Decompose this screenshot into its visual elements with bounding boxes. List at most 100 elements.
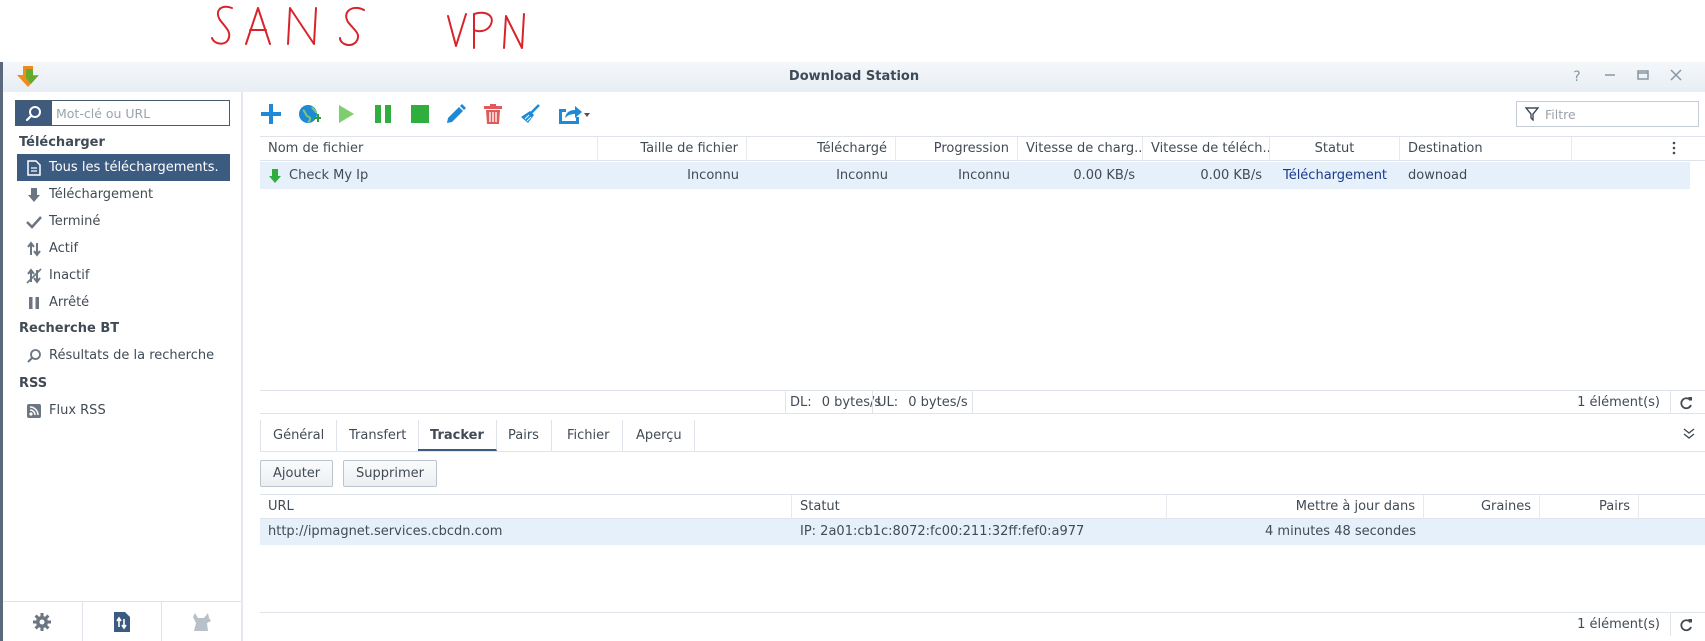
transfer-button[interactable] [83,602,163,641]
tab-apercu[interactable]: Aperçu [624,420,695,451]
collapse-panel-button[interactable] [1683,428,1697,442]
sidebar-item-active[interactable]: Actif [17,235,230,262]
tab-transfert[interactable]: Transfert [337,420,420,451]
tab-pairs[interactable]: Pairs [496,420,552,451]
search-button[interactable] [16,101,52,125]
column-update-in[interactable]: Mettre à jour dans [1167,495,1424,519]
sidebar-item-inactive[interactable]: Inactif [17,262,230,289]
filter-icon [1525,107,1539,121]
tracker-status-bar: 1 élément(s) [260,612,1705,636]
keyword-url-input[interactable] [56,104,226,122]
handwritten-annotation [0,0,1705,62]
search-icon [25,106,41,122]
sidebar-item-label: Actif [49,241,79,256]
column-filename[interactable]: Nom de fichier [260,137,598,161]
ul-value: 0 bytes/s [908,395,968,410]
keyword-search-box [15,100,230,126]
share-icon [559,106,590,124]
sidebar-item-label: Inactif [49,268,90,283]
section-telecharger: Télécharger [19,135,105,150]
sidebar-item-label: Arrêté [49,295,90,310]
arrow-down-icon [25,187,43,203]
window-title: Download Station [788,69,920,84]
ul-label: UL: [877,395,899,410]
emule-button[interactable] [162,602,241,641]
tracker-peers [1540,519,1639,545]
delete-button[interactable] [479,101,507,127]
column-destination[interactable]: Destination [1400,137,1572,161]
add-tracker-button[interactable]: Ajouter [260,460,334,487]
tracker-status: IP: 2a01:cb1c:8072:fc00:211:32ff:fef0:a9… [800,524,1085,539]
table-row[interactable]: Check My Ip Inconnu Inconnu Inconnu 0.00… [260,162,1690,189]
filter-input[interactable] [1545,105,1695,123]
row-filename: Check My Ip [260,162,598,189]
sidebar-item-finished[interactable]: Terminé [17,208,230,235]
row-filesize: Inconnu [687,168,739,183]
pause-icon [375,105,391,123]
add-button[interactable] [257,101,285,127]
trash-icon [484,104,502,124]
sidebar-item-label: Flux RSS [49,403,106,418]
column-progress[interactable]: Progression [896,137,1018,161]
filter-box [1516,101,1699,127]
column-upload-speed[interactable]: Vitesse de charg... [1018,137,1143,161]
column-menu-icon[interactable] [1672,141,1682,157]
sidebar-item-all-downloads[interactable]: Tous les téléchargements. [17,154,230,181]
column-download-speed[interactable]: Vitesse de téléch... [1143,137,1270,161]
resume-button[interactable] [332,101,360,127]
row-download-speed: 0.00 KB/s [1200,168,1262,183]
table-row[interactable]: http://ipmagnet.services.cbcdn.com IP: 2… [260,519,1705,545]
column-url[interactable]: URL [260,495,792,519]
sidebar-item-stopped[interactable]: Arrêté [17,289,230,316]
broom-icon [521,104,540,123]
minimize-button[interactable] [1601,68,1619,86]
share-button[interactable] [553,101,593,127]
clear-completed-button[interactable] [516,101,544,127]
maximize-button[interactable] [1634,68,1652,86]
detail-tabs: Général Transfert Tracker Pairs Fichier … [260,420,1705,452]
column-seeds[interactable]: Graines [1424,495,1540,519]
tracker-item-count: 1 élément(s) [1577,617,1660,632]
sidebar-item-label: Résultats de la recherche [49,348,215,363]
add-icon [261,104,281,124]
add-url-icon [299,105,321,123]
close-icon [1670,69,1682,81]
sidebar-footer [3,601,241,641]
sidebar-item-rss-feeds[interactable]: Flux RSS [17,397,230,424]
help-button[interactable]: ? [1568,68,1586,86]
column-downloaded[interactable]: Téléchargé [747,137,896,161]
donkey-icon [192,612,211,631]
settings-button[interactable] [3,602,83,641]
column-status[interactable]: Statut [1270,137,1400,161]
tab-tracker[interactable]: Tracker [418,420,497,451]
edit-button[interactable] [442,101,470,127]
gear-icon [33,612,52,631]
close-button[interactable] [1667,68,1685,86]
pause-button[interactable] [369,101,397,127]
column-filesize[interactable]: Taille de fichier [598,137,747,161]
edit-pencil-icon [447,104,466,123]
download-station-window: Download Station ? Télécharger [0,62,1705,641]
row-status: Téléchargement [1282,168,1388,183]
delete-tracker-button[interactable]: Supprimer [343,460,437,487]
stop-button[interactable] [406,101,434,127]
section-recherche-bt: Recherche BT [19,321,120,336]
column-peers[interactable]: Pairs [1540,495,1639,519]
double-chevron-down-icon [1683,428,1695,439]
main-panel: Nom de fichier Taille de fichier Télécha… [243,92,1705,641]
tracker-refresh-button[interactable] [1670,613,1700,636]
refresh-button[interactable] [1670,391,1700,414]
row-upload-speed: 0.00 KB/s [1073,168,1135,183]
tab-general[interactable]: Général [260,420,338,451]
sidebar-item-search-results[interactable]: Résultats de la recherche [17,342,230,369]
downloads-grid-header: Nom de fichier Taille de fichier Télécha… [260,136,1705,161]
sidebar-item-downloading[interactable]: Téléchargement [17,181,230,208]
document-icon [25,159,43,176]
stop-icon [411,105,429,123]
add-url-button[interactable] [295,101,323,127]
maximize-icon [1637,70,1649,80]
column-tracker-status[interactable]: Statut [792,495,1167,519]
tracker-url: http://ipmagnet.services.cbcdn.com [268,524,503,539]
tab-fichier[interactable]: Fichier [555,420,623,451]
downloading-arrow-icon [269,168,281,183]
